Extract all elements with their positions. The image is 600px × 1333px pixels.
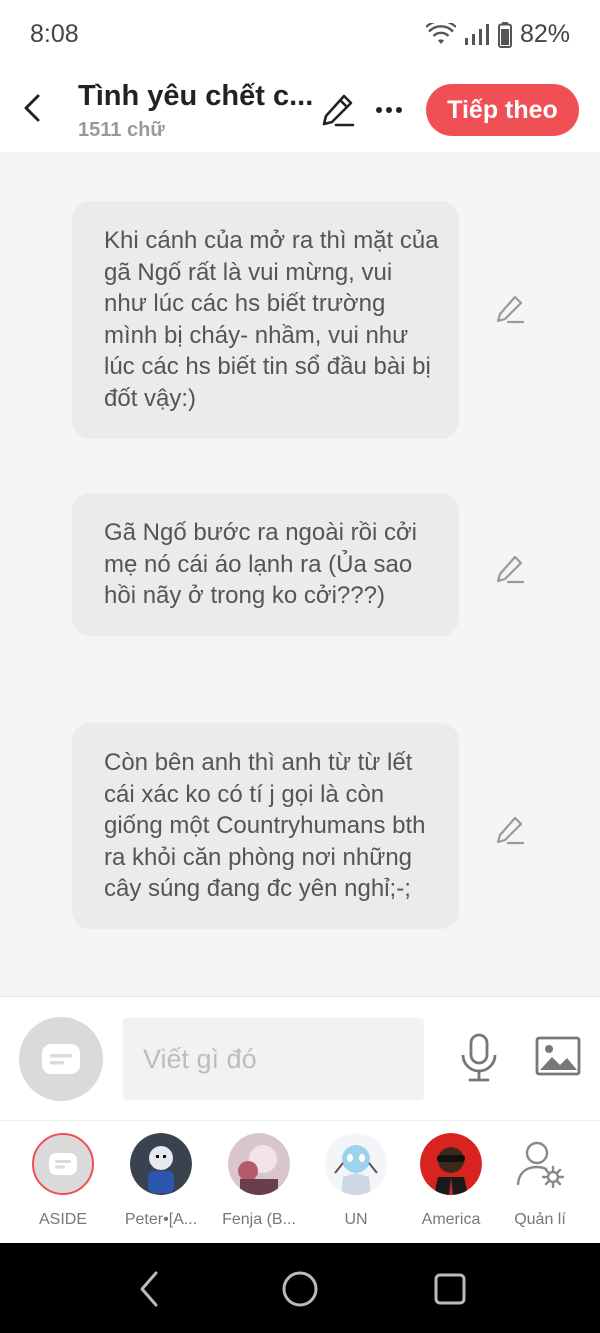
- back-arrow-icon: [24, 94, 40, 122]
- message-bubble[interactable]: Khi cánh của mở ra thì mặt của gã Ngố rấ…: [72, 201, 459, 439]
- avatar: [130, 1133, 192, 1195]
- more-options-button[interactable]: [372, 92, 406, 128]
- character-fenja[interactable]: Fenja (B...: [214, 1133, 304, 1229]
- battery-level: 82%: [519, 20, 570, 48]
- character-aside[interactable]: ASIDE: [18, 1133, 108, 1229]
- character-name: Quản lí: [514, 1211, 566, 1228]
- character-bar: ASIDE Peter•[A... Fenja (B... UN America…: [0, 1120, 600, 1243]
- pencil-icon: [496, 295, 525, 324]
- avatar: [32, 1133, 94, 1195]
- status-time: 8:08: [30, 20, 79, 48]
- nav-recents-button[interactable]: [428, 1267, 472, 1311]
- avatar: [420, 1133, 482, 1195]
- character-name: America: [421, 1211, 481, 1228]
- system-navigation-bar: [0, 1243, 600, 1333]
- image-icon: [535, 1036, 581, 1076]
- edit-message-button[interactable]: [494, 293, 526, 325]
- signal-icon: [464, 23, 489, 45]
- pencil-icon: [322, 94, 355, 127]
- more-icon: [376, 107, 402, 113]
- message-list[interactable]: Khi cánh của mở ra thì mặt của gã Ngố rấ…: [0, 152, 600, 996]
- avatar: [325, 1133, 387, 1195]
- avatar: [509, 1133, 571, 1195]
- message-input[interactable]: Viết gì đó: [123, 1018, 424, 1100]
- user-settings-icon: [516, 1141, 565, 1188]
- nav-home-button[interactable]: [278, 1267, 322, 1311]
- current-speaker-button[interactable]: [19, 1017, 103, 1101]
- nav-back-icon: [140, 1271, 158, 1307]
- word-count: 1511 chữ: [78, 119, 165, 141]
- status-icons: 82%: [425, 20, 570, 49]
- nav-back-button[interactable]: [128, 1267, 172, 1311]
- editor-header: Tình yêu chết c... 1511 chữ Tiếp theo: [0, 70, 600, 152]
- story-title[interactable]: Tình yêu chết c...: [78, 80, 313, 113]
- next-button[interactable]: Tiếp theo: [426, 84, 579, 136]
- aside-chat-icon: [49, 1153, 77, 1175]
- character-name: UN: [344, 1211, 368, 1228]
- character-name: Peter•[A...: [124, 1211, 198, 1228]
- character-peter[interactable]: Peter•[A...: [116, 1133, 206, 1229]
- microphone-icon: [461, 1033, 497, 1082]
- back-button[interactable]: [14, 88, 50, 128]
- edit-title-button[interactable]: [320, 92, 356, 128]
- manage-characters-button[interactable]: Quản lí: [495, 1133, 585, 1229]
- character-name: ASIDE: [38, 1211, 87, 1228]
- edit-message-button[interactable]: [494, 553, 526, 585]
- status-bar: 8:08 82%: [0, 0, 600, 70]
- insert-image-button[interactable]: [535, 1035, 581, 1077]
- aside-chat-icon: [42, 1044, 80, 1074]
- wifi-icon: [425, 22, 456, 44]
- nav-home-icon: [282, 1271, 318, 1307]
- composer: Viết gì đó: [0, 996, 600, 1120]
- pencil-icon: [496, 555, 525, 584]
- character-america[interactable]: America: [406, 1133, 496, 1229]
- message-bubble[interactable]: Còn bên anh thì anh từ từ lết cái xác ko…: [72, 723, 459, 929]
- character-un[interactable]: UN: [311, 1133, 401, 1229]
- avatar: [228, 1133, 290, 1195]
- battery-icon: [497, 21, 512, 48]
- voice-input-button[interactable]: [458, 1033, 500, 1083]
- pencil-icon: [496, 816, 525, 845]
- nav-recents-icon: [434, 1273, 466, 1305]
- character-name: Fenja (B...: [222, 1211, 296, 1228]
- edit-message-button[interactable]: [494, 814, 526, 846]
- message-bubble[interactable]: Gã Ngố bước ra ngoài rồi cởi mẹ nó cái á…: [72, 493, 459, 636]
